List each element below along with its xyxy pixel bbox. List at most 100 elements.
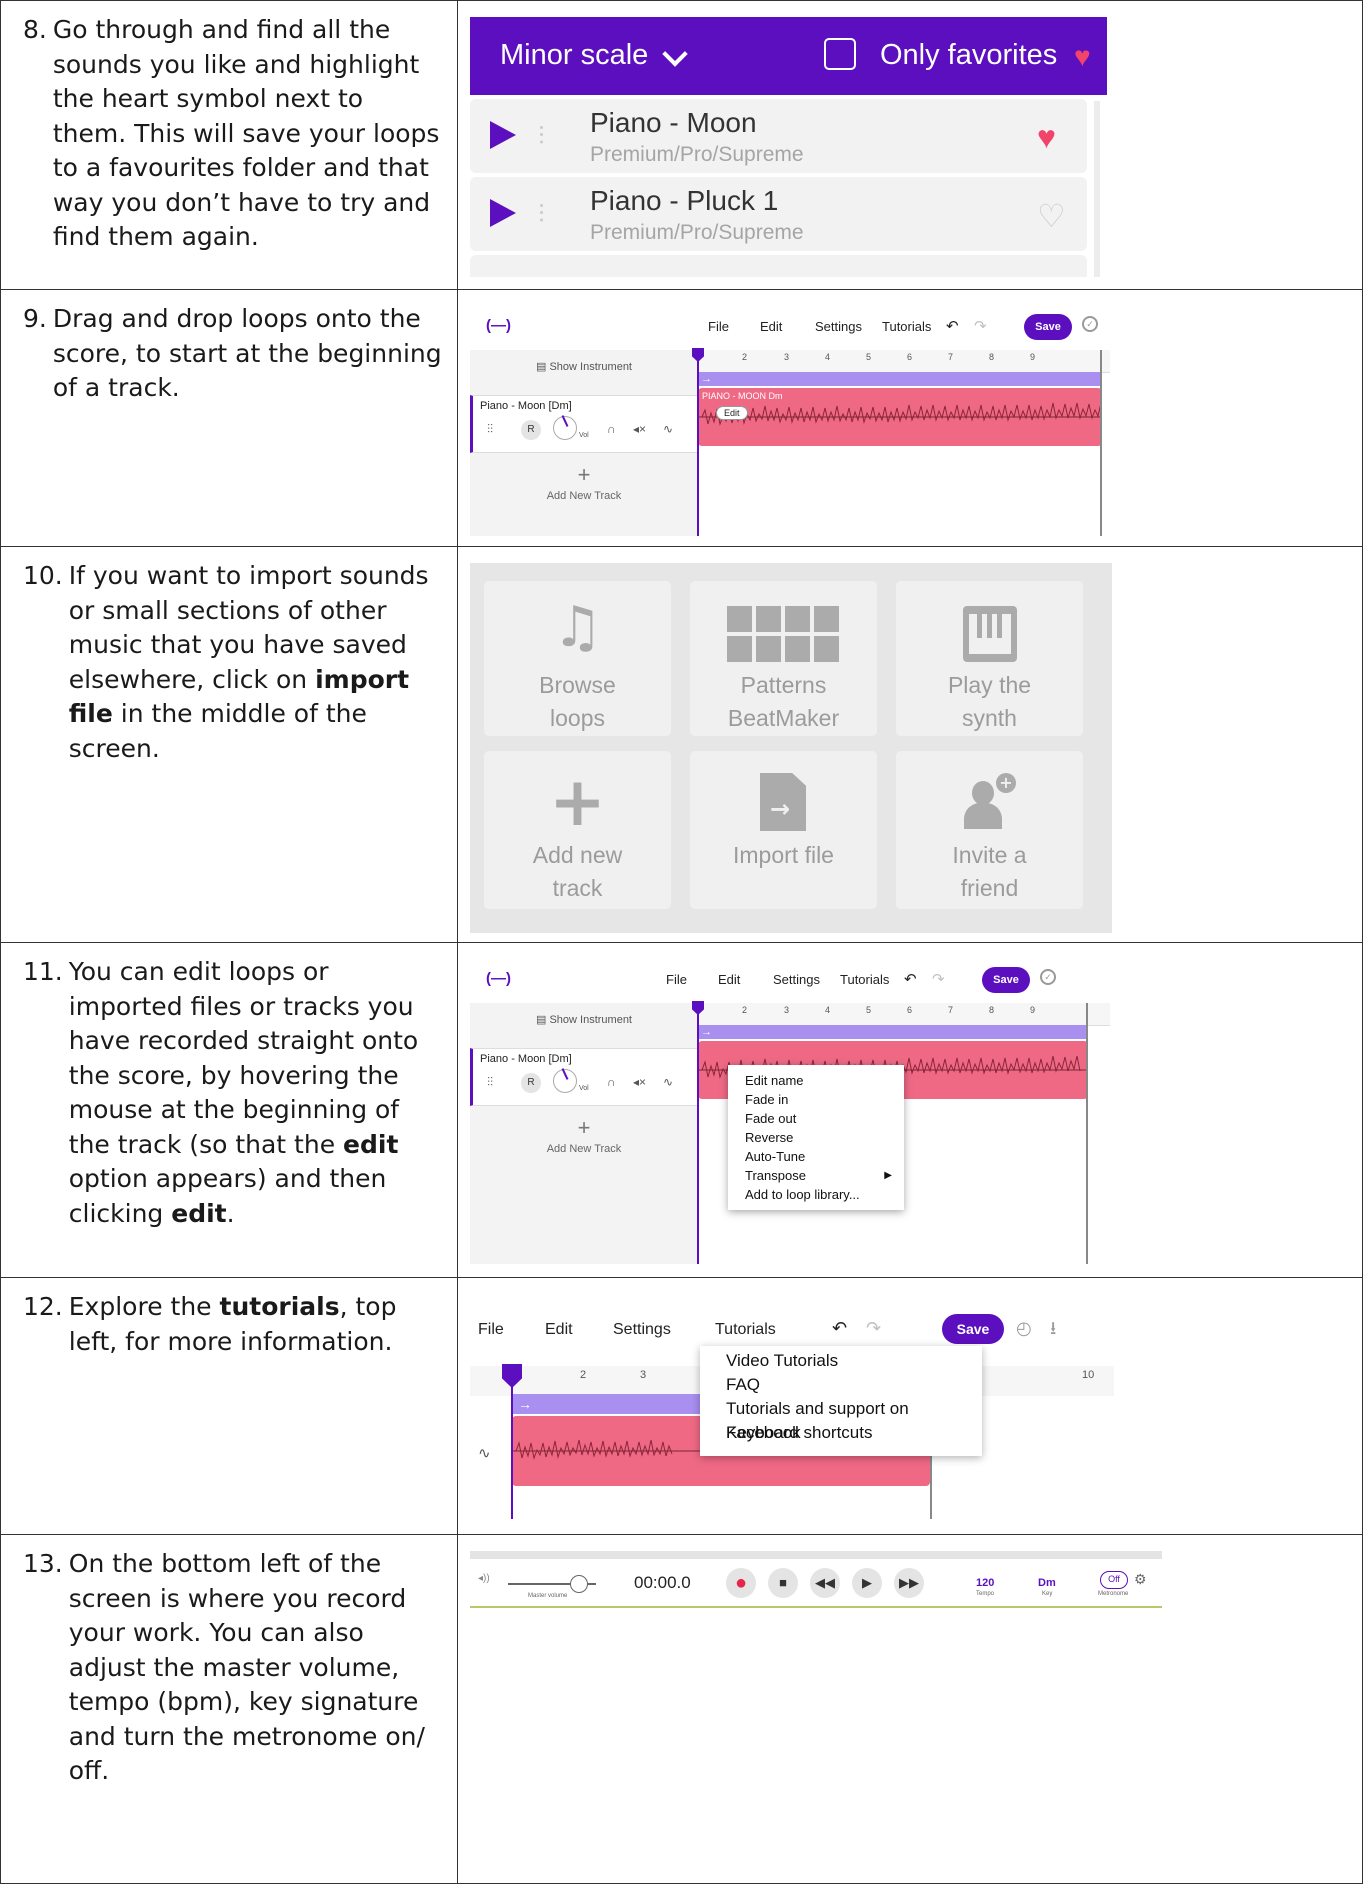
menu-item-keyboard-shortcuts[interactable]: Keyboard shortcuts — [700, 1421, 982, 1445]
track-name: Piano - Moon [Dm] — [480, 1053, 572, 1065]
loop-range-bar[interactable]: → — [698, 1025, 1088, 1039]
end-marker[interactable] — [1086, 1003, 1088, 1264]
fast-forward-button[interactable]: ▶▶ — [894, 1568, 924, 1598]
redo-icon[interactable]: ↷ — [932, 970, 945, 988]
key-value[interactable]: Dm — [1038, 1577, 1056, 1589]
timeline[interactable]: 2 3 4 5 6 7 8 9 → — [692, 348, 1110, 536]
waveform-icon[interactable]: ⫶⫶ — [487, 1075, 493, 1090]
menu-item-faq[interactable]: FAQ — [700, 1373, 982, 1397]
master-volume-handle[interactable] — [570, 1575, 588, 1593]
save-button[interactable]: Save — [1024, 314, 1072, 340]
undo-icon[interactable]: ↶ — [946, 317, 959, 335]
stop-button[interactable]: ■ — [768, 1568, 798, 1598]
automation-icon[interactable]: ∿ — [663, 1075, 673, 1089]
logo[interactable]: (—) — [486, 317, 511, 334]
redo-icon[interactable]: ↷ — [974, 317, 987, 335]
history-icon[interactable]: ✓ — [1082, 316, 1098, 332]
scrollbar[interactable] — [1094, 101, 1100, 277]
automation-icon[interactable]: ∿ — [478, 1444, 491, 1462]
menu-settings[interactable]: Settings — [773, 972, 820, 987]
menu-edit[interactable]: Edit — [760, 319, 782, 334]
history-icon[interactable]: ◴ — [1016, 1318, 1032, 1339]
import-file-tile[interactable]: → Import file — [690, 751, 877, 909]
step-text-cell: 13. On the bottom left of the screen is … — [0, 1534, 458, 1884]
menu-edit[interactable]: Edit — [545, 1321, 573, 1339]
waveform-icon[interactable]: ⫶⫶ — [487, 422, 493, 437]
plus-icon[interactable]: + — [470, 462, 698, 488]
add-new-track-button[interactable]: Add New Track — [470, 1143, 698, 1155]
show-instrument-button[interactable]: ▤ Show Instrument — [470, 1013, 698, 1026]
record-arm-button[interactable]: R — [521, 1073, 541, 1093]
track-header[interactable]: Piano - Moon [Dm] ⫶⫶ R Vol ∩ ◂× ∿ — [470, 395, 698, 453]
volume-knob[interactable] — [553, 416, 577, 440]
logo[interactable]: (—) — [486, 970, 511, 987]
undo-icon[interactable]: ↶ — [832, 1318, 847, 1339]
gear-icon[interactable]: ⚙ — [1134, 1571, 1147, 1588]
only-favorites-checkbox[interactable] — [824, 38, 856, 70]
headphones-icon[interactable]: ∩ — [607, 1075, 616, 1089]
loop-item[interactable]: ⫶ Piano - Moon Premium/Pro/Supreme ♥ — [470, 99, 1087, 173]
undo-icon[interactable]: ↶ — [904, 970, 917, 988]
loop-item[interactable]: ⫶ Piano - Pluck 1 Premium/Pro/Supreme ♡ — [470, 177, 1087, 251]
browse-loops-tile[interactable]: ♫ Browse loops — [484, 581, 671, 736]
menu-file[interactable]: File — [478, 1321, 504, 1339]
record-arm-button[interactable]: R — [521, 420, 541, 440]
invite-friend-tile[interactable]: + Invite a friend — [896, 751, 1083, 909]
menu-tutorials[interactable]: Tutorials — [882, 319, 931, 334]
play-icon[interactable] — [490, 121, 516, 149]
step-text-cell: 9. Drag and drop loops onto the score, t… — [0, 289, 458, 547]
record-button[interactable]: ● — [726, 1568, 756, 1598]
screenshot-cell: (—) File Edit Settings Tutorials ↶ ↷ Sav… — [457, 289, 1363, 547]
heart-filled-icon[interactable]: ♥ — [1037, 119, 1056, 156]
play-synth-tile[interactable]: Play the synth — [896, 581, 1083, 736]
loop-item[interactable] — [470, 255, 1087, 277]
volume-knob[interactable] — [553, 1069, 577, 1093]
track-header[interactable]: Piano - Moon [Dm] ⫶⫶ R Vol ∩ ◂× ∿ — [470, 1048, 698, 1106]
scale-dropdown[interactable]: Minor scale — [500, 39, 648, 72]
menu-tutorials[interactable]: Tutorials — [715, 1321, 776, 1339]
plus-icon[interactable]: + — [470, 1115, 698, 1141]
chevron-down-icon[interactable] — [662, 41, 688, 67]
tempo-value[interactable]: 120 — [976, 1577, 994, 1589]
ruler[interactable]: 2 3 4 5 6 7 8 9 — [698, 1003, 1110, 1026]
menu-item-video-tutorials[interactable]: Video Tutorials — [700, 1349, 982, 1373]
menu-item-facebook-support[interactable]: Tutorials and support on Facebook — [700, 1397, 982, 1442]
menu-item-reverse[interactable]: Reverse — [728, 1128, 904, 1147]
end-marker[interactable] — [1100, 350, 1102, 536]
menu-tutorials[interactable]: Tutorials — [840, 972, 889, 987]
headphones-icon[interactable]: ∩ — [607, 422, 616, 436]
ruler[interactable]: 2 3 4 5 6 7 8 9 — [698, 350, 1110, 373]
menu-item-fade-out[interactable]: Fade out — [728, 1109, 904, 1128]
menu-item-fade-in[interactable]: Fade in — [728, 1090, 904, 1109]
metronome-toggle[interactable]: Off — [1100, 1571, 1128, 1589]
rewind-button[interactable]: ◀◀ — [810, 1568, 840, 1598]
mute-icon[interactable]: ◂× — [633, 422, 646, 436]
save-button[interactable]: Save — [982, 967, 1030, 993]
play-icon[interactable] — [490, 199, 516, 227]
menu-settings[interactable]: Settings — [613, 1321, 671, 1339]
menu-edit[interactable]: Edit — [718, 972, 740, 987]
menu-item-transpose[interactable]: Transpose ▶ — [728, 1166, 904, 1185]
patterns-beatmaker-tile[interactable]: Patterns BeatMaker — [690, 581, 877, 736]
heart-outline-icon[interactable]: ♡ — [1037, 197, 1066, 235]
edit-button[interactable]: Edit — [716, 406, 748, 420]
redo-icon[interactable]: ↷ — [866, 1318, 881, 1339]
menu-item-add-to-loop-library[interactable]: Add to loop library... — [728, 1185, 904, 1204]
add-new-track-tile[interactable]: + Add new track — [484, 751, 671, 909]
menu-file[interactable]: File — [666, 972, 687, 987]
menu-item-edit-name[interactable]: Edit name — [728, 1071, 904, 1090]
save-button[interactable]: Save — [942, 1314, 1004, 1344]
mute-icon[interactable]: ◂× — [633, 1075, 646, 1089]
menu-item-auto-tune[interactable]: Auto-Tune — [728, 1147, 904, 1166]
audio-clip[interactable]: PIANO - MOON Dm Edit — [698, 388, 1102, 446]
automation-icon[interactable]: ∿ — [663, 422, 673, 436]
download-icon[interactable]: ⭳ — [1050, 1316, 1056, 1346]
ruler-tick: 8 — [989, 352, 995, 362]
history-icon[interactable]: ✓ — [1040, 969, 1056, 985]
loop-range-bar[interactable]: → — [698, 372, 1102, 386]
menu-file[interactable]: File — [708, 319, 729, 334]
add-new-track-button[interactable]: Add New Track — [470, 490, 698, 502]
play-button[interactable]: ▶ — [852, 1568, 882, 1598]
menu-settings[interactable]: Settings — [815, 319, 862, 334]
show-instrument-button[interactable]: ▤ Show Instrument — [470, 360, 698, 373]
